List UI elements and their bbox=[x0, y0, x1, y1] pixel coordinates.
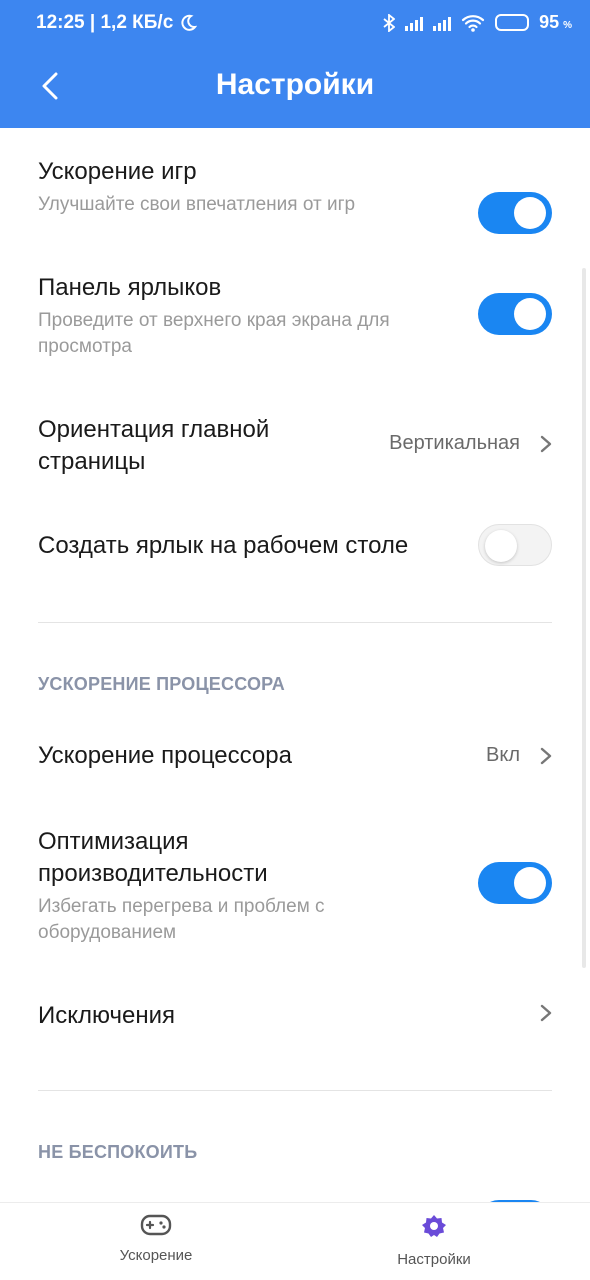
section-divider bbox=[38, 622, 552, 623]
section-header-cpu: УСКОРЕНИЕ ПРОЦЕССОРА bbox=[38, 674, 285, 694]
shortcut-panel-toggle[interactable] bbox=[478, 293, 552, 335]
setting-orientation[interactable]: Ориентация главной страницы Вертикальная bbox=[38, 414, 552, 478]
setting-title: Создать ярлык на рабочем столе bbox=[38, 532, 409, 559]
battery-unit: % bbox=[563, 20, 572, 31]
status-time: 12:25 | 1,2 КБ/с bbox=[36, 12, 174, 33]
battery-level: 95 bbox=[539, 12, 560, 32]
app-header: 12:25 | 1,2 КБ/с 95 % Настройки bbox=[0, 0, 590, 128]
nav-item-settings[interactable]: Настройки bbox=[354, 1213, 514, 1268]
orientation-value: Вертикальная bbox=[389, 432, 520, 454]
setting-desktop-shortcut[interactable]: Создать ярлык на рабочем столе bbox=[38, 524, 552, 570]
signal-icon-1 bbox=[405, 15, 424, 31]
status-bar: 12:25 | 1,2 КБ/с 95 % bbox=[0, 0, 590, 48]
cpu-boost-value: Вкл bbox=[486, 744, 520, 766]
setting-title: Панель ярлыков bbox=[38, 274, 222, 301]
setting-title: Оптимизация производительности bbox=[38, 828, 268, 887]
setting-subtitle: Улучшайте свои впечатления от игр bbox=[38, 194, 356, 215]
performance-toggle[interactable] bbox=[478, 862, 552, 904]
setting-shortcut-panel[interactable]: Панель ярлыков Проведите от верхнего кра… bbox=[38, 272, 552, 362]
chevron-right-icon bbox=[540, 1004, 552, 1022]
gear-icon bbox=[422, 1215, 446, 1237]
setting-cpu-boost[interactable]: Ускорение процессора Вкл bbox=[38, 740, 552, 772]
desktop-shortcut-toggle[interactable] bbox=[478, 524, 552, 566]
page-title: Настройки bbox=[215, 68, 375, 101]
setting-subtitle: Избегать перегрева и проблем с оборудова… bbox=[38, 896, 325, 943]
game-boost-toggle[interactable] bbox=[478, 192, 552, 234]
setting-subtitle: Проведите от верхнего края экрана для пр… bbox=[38, 310, 390, 357]
setting-title: Ориентация главной страницы bbox=[38, 416, 270, 475]
section-divider bbox=[38, 1090, 552, 1091]
setting-performance-optimization[interactable]: Оптимизация производительности Избегать … bbox=[38, 826, 552, 946]
chevron-right-icon bbox=[540, 435, 552, 452]
setting-title: Исключения bbox=[38, 1002, 176, 1029]
moon-icon bbox=[181, 14, 198, 31]
setting-game-boost[interactable]: Ускорение игр Улучшайте свои впечатления… bbox=[38, 156, 552, 234]
nav-label: Ускорение bbox=[119, 1247, 193, 1264]
setting-title: Ускорение процессора bbox=[38, 742, 292, 769]
setting-exceptions[interactable]: Исключения bbox=[38, 1000, 552, 1032]
chevron-right-icon bbox=[540, 747, 552, 764]
bluetooth-icon bbox=[383, 13, 396, 32]
nav-item-boost[interactable]: Ускорение bbox=[76, 1213, 236, 1264]
scrollbar[interactable] bbox=[582, 268, 586, 968]
bottom-nav: Ускорение Настройки bbox=[0, 1202, 590, 1280]
nav-label: Настройки bbox=[397, 1251, 471, 1268]
setting-title: Ускорение игр bbox=[38, 158, 197, 185]
battery-icon bbox=[495, 14, 530, 31]
gamepad-icon bbox=[140, 1214, 172, 1236]
section-header-dnd: НЕ БЕСПОКОИТЬ bbox=[38, 1142, 198, 1162]
settings-list: Ускорение игр Улучшайте свои впечатления… bbox=[0, 128, 590, 1202]
wifi-icon bbox=[461, 14, 485, 32]
signal-icon-2 bbox=[433, 15, 452, 31]
